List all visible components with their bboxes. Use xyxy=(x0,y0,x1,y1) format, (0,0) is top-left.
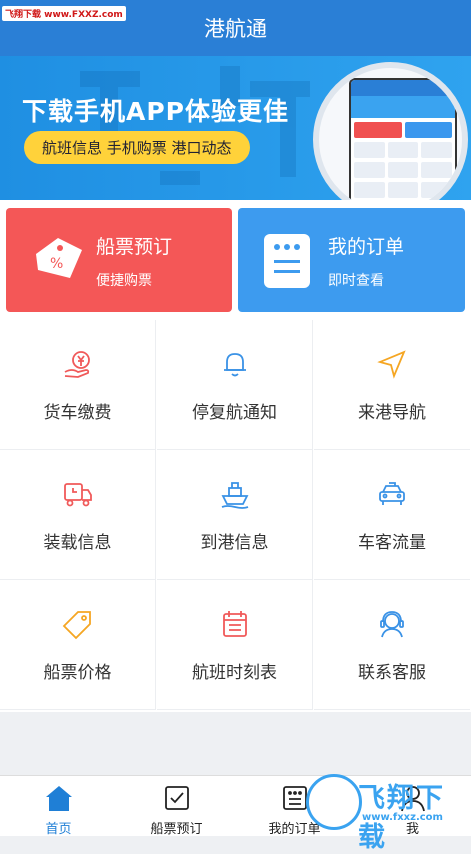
ticket-booking-title: 船票预订 xyxy=(96,236,173,258)
grid-item-label: 船票价格 xyxy=(43,663,112,683)
grid-item-traffic-flow[interactable]: 车客流量 xyxy=(314,450,470,580)
tab-label: 船票预订 xyxy=(150,822,203,837)
grid-item-label: 装载信息 xyxy=(43,533,112,553)
phone-preview-image xyxy=(313,62,468,200)
my-orders-card[interactable]: 我的订单 即时查看 xyxy=(238,208,465,312)
grid-item-ticket-price[interactable]: 船票价格 xyxy=(0,580,156,710)
grid-item-label: 联系客服 xyxy=(358,663,426,683)
order-list-icon xyxy=(264,234,310,288)
watermark-logo-icon xyxy=(306,774,362,830)
banner-headline: 下载手机APP体验更佳 xyxy=(22,97,289,126)
tab-label: 首页 xyxy=(45,822,72,837)
grid-item-schedule[interactable]: 航班时刻表 xyxy=(157,580,313,710)
checkbox-icon xyxy=(165,786,189,810)
grid-item-label: 货车缴费 xyxy=(43,403,112,423)
ticket-icon: % xyxy=(36,238,82,278)
my-orders-subtitle: 即时查看 xyxy=(328,273,384,289)
svg-text:%: % xyxy=(50,256,63,272)
quick-cards: % 船票预订 便捷购票 我的订单 即时查看 xyxy=(0,200,471,320)
ticket-booking-subtitle: 便捷购票 xyxy=(96,273,152,289)
truck-clock-icon xyxy=(64,483,92,507)
watermark-top: 飞翔下载 www.FXXZ.com xyxy=(2,6,126,21)
price-tag-icon xyxy=(62,611,91,640)
grid-item-label: 到港信息 xyxy=(200,533,269,553)
grid-item-label: 航班时刻表 xyxy=(192,663,277,683)
grid-item-label: 车客流量 xyxy=(358,533,426,553)
grid-item-label: 来港导航 xyxy=(358,403,426,423)
banner-feature-pill: 航班信息 手机购票 港口动态 xyxy=(24,131,250,164)
watermark-url: www.fxxz.com xyxy=(362,812,443,823)
calendar-icon xyxy=(223,611,247,637)
tab-home[interactable]: 首页 xyxy=(0,776,117,837)
grid-item-suspension-notice[interactable]: 停复航通知 xyxy=(157,320,313,450)
bell-icon xyxy=(224,353,246,377)
page-title: 港航通 xyxy=(204,17,267,41)
grid-item-label: 停复航通知 xyxy=(192,403,277,423)
headset-icon xyxy=(380,611,404,638)
taxi-icon xyxy=(379,482,405,505)
ship-icon xyxy=(221,482,249,509)
promo-banner[interactable]: 下载手机APP体验更佳 航班信息 手机购票 港口动态 xyxy=(0,56,471,200)
grid-item-customer-service[interactable]: 联系客服 xyxy=(314,580,470,710)
ticket-booking-card[interactable]: % 船票预订 便捷购票 xyxy=(6,208,232,312)
navigation-arrow-icon xyxy=(377,350,406,379)
feature-grid: 货车缴费 停复航通知 来港导航 装载信息 到港信息 车客流量 船票价格 航班时刻… xyxy=(0,320,471,712)
grid-item-port-navigation[interactable]: 来港导航 xyxy=(314,320,470,450)
my-orders-title: 我的订单 xyxy=(328,236,405,258)
grid-item-loading-info[interactable]: 装载信息 xyxy=(0,450,156,580)
yen-hand-icon xyxy=(64,351,90,378)
tab-ticket-booking[interactable]: 船票预订 xyxy=(118,776,235,837)
watermark-bottom: 飞翔下载 www.fxxz.com xyxy=(300,770,471,853)
grid-item-truck-fee[interactable]: 货车缴费 xyxy=(0,320,156,450)
grid-item-arrival-info[interactable]: 到港信息 xyxy=(157,450,313,580)
home-icon xyxy=(46,786,72,811)
